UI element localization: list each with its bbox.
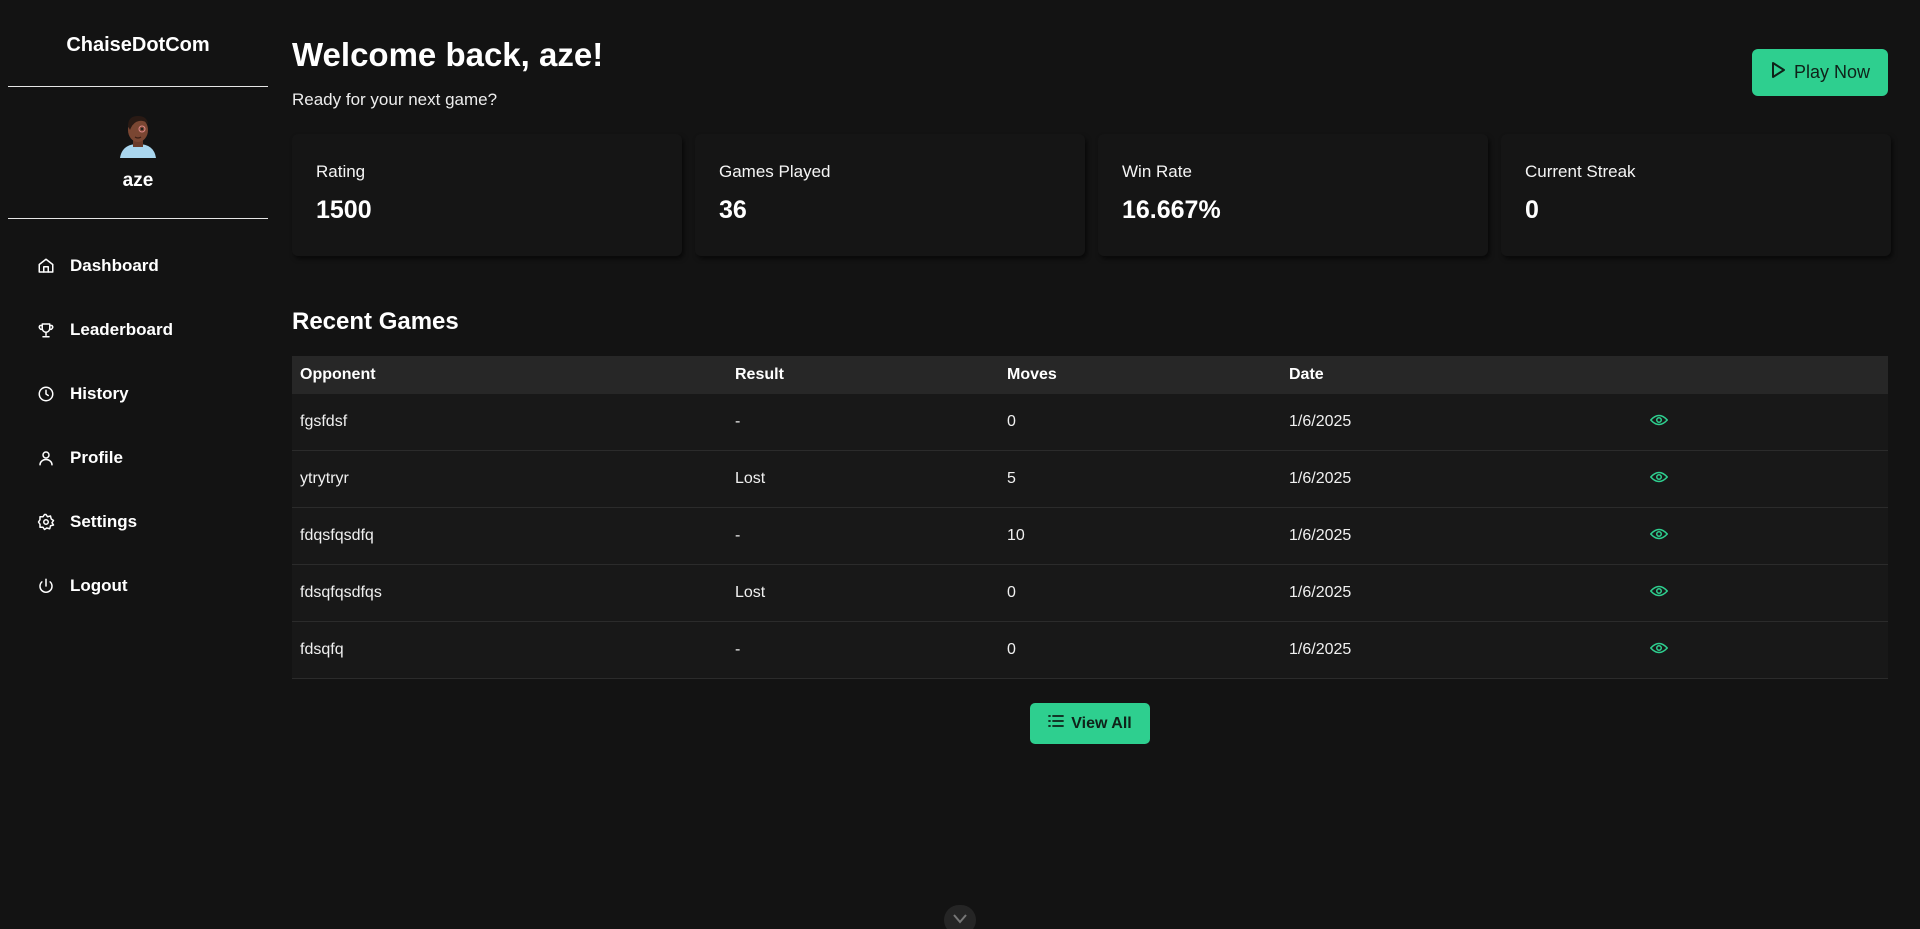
avatar [114, 110, 162, 160]
column-header-moves: Moves [1007, 366, 1057, 383]
cell-opponent: ytrytryr [300, 470, 349, 487]
power-icon [30, 576, 64, 596]
table-row: fdsqfqsdfqs Lost 0 1/6/2025 [292, 565, 1888, 622]
stat-card-games-played: Games Played 36 [695, 134, 1085, 256]
trophy-icon [30, 320, 64, 340]
cell-result: - [735, 641, 741, 658]
cell-result: Lost [735, 584, 766, 601]
cell-actions [1649, 527, 1750, 546]
sidebar-item-logout[interactable]: Logout [30, 568, 260, 604]
section-title: Recent Games [292, 308, 459, 335]
sidebar-item-dashboard[interactable]: Dashboard [30, 248, 260, 284]
cell-date: 1/6/2025 [1289, 470, 1352, 487]
cell-date: 1/6/2025 [1289, 527, 1352, 544]
cell-result: Lost [735, 470, 766, 487]
cell-date: 1/6/2025 [1289, 641, 1352, 658]
play-icon [1770, 61, 1786, 84]
stat-value: 16.667% [1122, 196, 1221, 224]
stat-label: Games Played [719, 162, 831, 181]
cell-date: 1/6/2025 [1289, 584, 1352, 601]
stat-label: Rating [316, 162, 366, 181]
sidebar-item-history[interactable]: History [30, 376, 260, 412]
cell-moves: 0 [1007, 413, 1016, 430]
cell-moves: 0 [1007, 641, 1016, 658]
column-header-result: Result [735, 366, 784, 383]
cell-actions [1649, 470, 1750, 489]
cell-moves: 5 [1007, 470, 1016, 487]
table-row: fdqsfqsdfq - 10 1/6/2025 [292, 508, 1888, 565]
app: ChaiseDotCom aze Dashboard Leaderboard H… [0, 0, 1920, 929]
view-all-button[interactable]: View All [1030, 703, 1150, 744]
clock-icon [30, 384, 64, 404]
view-eye-icon[interactable] [1649, 641, 1669, 660]
stat-value: 1500 [316, 196, 372, 224]
sidebar-item-label: History [70, 384, 129, 403]
sidebar-item-label: Leaderboard [70, 320, 173, 339]
cell-moves: 0 [1007, 584, 1016, 601]
stat-card-rating: Rating 1500 [292, 134, 682, 256]
cell-opponent: fdqsfqsdfq [300, 527, 374, 544]
recent-games-table: Opponent Result Moves Date fgsfdsf - 0 1… [292, 356, 1888, 679]
play-now-label: Play Now [1793, 62, 1871, 82]
sidebar-item-leaderboard[interactable]: Leaderboard [30, 312, 260, 348]
sidebar-item-label: Dashboard [70, 256, 159, 275]
cell-moves: 10 [1007, 527, 1025, 544]
sidebar-item-settings[interactable]: Settings [30, 504, 260, 540]
main-content: Welcome back, aze! Ready for your next g… [292, 0, 1891, 929]
sidebar-item-label: Logout [70, 576, 128, 595]
sidebar: ChaiseDotCom aze Dashboard Leaderboard H… [0, 0, 276, 929]
cell-actions [1649, 413, 1750, 432]
table-row: fgsfdsf - 0 1/6/2025 [292, 394, 1888, 451]
view-all-label: View All [1071, 714, 1132, 732]
brand-name: ChaiseDotCom [66, 34, 210, 56]
devtools-toggle[interactable] [944, 905, 976, 929]
stat-value: 0 [1525, 196, 1539, 224]
view-eye-icon[interactable] [1649, 413, 1669, 432]
view-eye-icon[interactable] [1649, 527, 1669, 546]
table-header: Opponent Result Moves Date [292, 356, 1888, 394]
table-row: fdsqfq - 0 1/6/2025 [292, 622, 1888, 679]
cell-result: - [735, 413, 741, 430]
gear-icon [30, 512, 64, 532]
list-icon [1048, 714, 1065, 733]
view-eye-icon[interactable] [1649, 470, 1669, 489]
cell-opponent: fdsqfqsdfqs [300, 584, 382, 601]
stat-card-current-streak: Current Streak 0 [1501, 134, 1891, 256]
stat-value: 36 [719, 196, 747, 224]
divider [8, 218, 268, 219]
stat-card-win-rate: Win Rate 16.667% [1098, 134, 1488, 256]
username: aze [122, 170, 154, 191]
cell-result: - [735, 527, 741, 544]
stats-panel: Rating 1500 Games Played 36 Win Rate 16.… [292, 134, 1891, 256]
stat-label: Current Streak [1525, 162, 1636, 181]
user-icon [30, 448, 64, 468]
view-eye-icon[interactable] [1649, 584, 1669, 603]
page-title: Welcome back, aze! [292, 36, 604, 73]
page-subtitle: Ready for your next game? [292, 90, 498, 109]
play-now-button[interactable]: Play Now [1752, 49, 1888, 96]
cell-opponent: fgsfdsf [300, 413, 348, 430]
cell-opponent: fdsqfq [300, 641, 344, 658]
table-row: ytrytryr Lost 5 1/6/2025 [292, 451, 1888, 508]
divider [8, 86, 268, 87]
cell-actions [1649, 641, 1750, 660]
sidebar-item-label: Settings [70, 512, 138, 531]
cell-date: 1/6/2025 [1289, 413, 1352, 430]
sidebar-item-label: Profile [70, 448, 123, 467]
column-header-date: Date [1289, 366, 1324, 383]
column-header-opponent: Opponent [300, 366, 376, 383]
chevron-down-icon [953, 911, 967, 929]
cell-actions [1649, 584, 1750, 603]
stat-label: Win Rate [1122, 162, 1192, 181]
home-icon [30, 256, 64, 276]
sidebar-item-profile[interactable]: Profile [30, 440, 260, 476]
